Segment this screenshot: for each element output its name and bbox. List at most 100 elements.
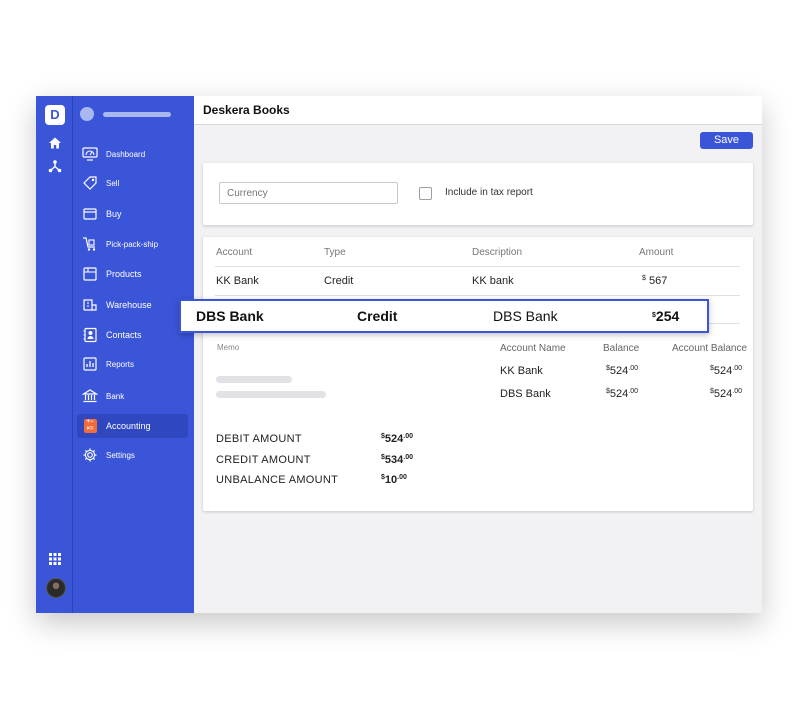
calculator-icon: +− ×= bbox=[82, 418, 98, 434]
cell-description: KK bank bbox=[472, 275, 514, 287]
account-balance-decimals: .00 bbox=[732, 388, 742, 395]
amount-number: 10 bbox=[384, 474, 398, 486]
sidebar-item-label: Products bbox=[106, 269, 142, 279]
home-icon[interactable] bbox=[48, 136, 62, 150]
balance-header-account-balance: Account Balance bbox=[672, 343, 748, 354]
balance-number: 524 bbox=[609, 388, 629, 400]
warehouse-icon bbox=[82, 297, 98, 313]
column-header-account: Account bbox=[216, 247, 253, 258]
header: Deskera Books bbox=[194, 96, 762, 125]
cell-type: Credit bbox=[357, 308, 398, 324]
credit-amount-value: $534.00 bbox=[381, 454, 413, 466]
journal-entries-card: Account Type Description Amount KK Bank … bbox=[203, 237, 753, 511]
amount-decimals: .00 bbox=[403, 454, 413, 461]
cell-description: DBS Bank bbox=[493, 308, 558, 324]
sidebar-item-label: Contacts bbox=[106, 330, 142, 340]
balance-value: $524.00 bbox=[606, 365, 638, 377]
tax-report-label: Include in tax report bbox=[445, 187, 533, 198]
amount-decimals: .00 bbox=[403, 433, 413, 440]
account-balance-value: $524.00 bbox=[710, 365, 742, 377]
sidebar-item-label: Buy bbox=[106, 209, 122, 219]
deskera-logo-icon[interactable]: D bbox=[45, 105, 65, 125]
memo-skeleton-line bbox=[216, 376, 292, 383]
sidebar-item-settings[interactable]: Settings bbox=[77, 443, 188, 467]
org-name-placeholder bbox=[103, 112, 171, 117]
save-button[interactable]: Save bbox=[700, 132, 753, 149]
gear-icon bbox=[82, 447, 98, 463]
cell-amount: $ 567 bbox=[642, 275, 667, 287]
amount-value: 567 bbox=[648, 275, 668, 287]
memo-skeleton-line bbox=[216, 391, 326, 398]
currency-input[interactable] bbox=[219, 182, 398, 204]
cell-type: Credit bbox=[324, 275, 354, 287]
balance-account-name: KK Bank bbox=[500, 365, 543, 377]
account-balance-number: 524 bbox=[713, 365, 733, 377]
app-window: D Dashboard Sell Buy Pick-pack-ship Prod… bbox=[36, 96, 762, 613]
balance-value: $524.00 bbox=[606, 388, 638, 400]
account-balance-value: $524.00 bbox=[710, 388, 742, 400]
sidebar-item-label: Pick-pack-ship bbox=[106, 239, 159, 249]
icon-rail: D bbox=[36, 96, 73, 613]
column-header-type: Type bbox=[324, 247, 346, 258]
sidebar-item-accounting[interactable]: +− ×= Accounting bbox=[77, 414, 188, 438]
balance-account-name: DBS Bank bbox=[500, 388, 551, 400]
sidebar-item-label: Reports bbox=[106, 359, 135, 369]
amount-decimals: .00 bbox=[397, 474, 407, 481]
sidebar-item-sell[interactable]: Sell bbox=[77, 171, 188, 195]
debit-amount-label: DEBIT AMOUNT bbox=[216, 433, 302, 445]
balance-header-balance: Balance bbox=[603, 343, 640, 354]
sidebar-item-label: Dashboard bbox=[106, 149, 146, 159]
sidebar-item-reports[interactable]: Reports bbox=[77, 352, 188, 376]
sell-icon bbox=[82, 175, 98, 191]
journal-options-card: Include in tax report bbox=[203, 163, 753, 225]
sidebar-item-buy[interactable]: Buy bbox=[77, 202, 188, 226]
sidebar-item-label: Warehouse bbox=[106, 300, 152, 310]
amount-value: 254 bbox=[655, 308, 680, 324]
sidebar-item-products[interactable]: Products bbox=[77, 262, 188, 286]
sidebar-item-warehouse[interactable]: Warehouse bbox=[77, 293, 188, 317]
page-title: Deskera Books bbox=[203, 103, 290, 117]
user-avatar[interactable] bbox=[46, 578, 66, 598]
org-avatar bbox=[80, 107, 94, 121]
cell-amount: $254 bbox=[652, 308, 679, 324]
sidebar-item-bank[interactable]: Bank bbox=[77, 384, 188, 408]
amount-number: 524 bbox=[384, 433, 404, 445]
highlighted-table-row[interactable]: DBS Bank Credit DBS Bank $254 bbox=[179, 299, 709, 333]
sidebar-item-pick-pack-ship[interactable]: Pick-pack-ship bbox=[77, 232, 188, 256]
amount-number: 534 bbox=[384, 454, 404, 466]
balance-header-account-name: Account Name bbox=[500, 343, 566, 354]
buy-icon bbox=[82, 206, 98, 222]
sidebar-item-label: Sell bbox=[106, 178, 120, 188]
bank-icon bbox=[82, 388, 98, 404]
sidebar-item-label: Accounting bbox=[106, 421, 151, 431]
cell-account: KK Bank bbox=[216, 275, 259, 287]
column-header-description: Description bbox=[472, 247, 523, 258]
unbalance-amount-value: $10.00 bbox=[381, 474, 407, 486]
network-icon[interactable] bbox=[48, 159, 62, 173]
balance-decimals: .00 bbox=[628, 365, 638, 372]
column-header-amount: Amount bbox=[639, 247, 674, 258]
memo-label: Memo bbox=[217, 343, 240, 352]
tax-report-checkbox[interactable] bbox=[419, 187, 432, 200]
dashboard-icon bbox=[82, 146, 98, 162]
credit-amount-label: CREDIT AMOUNT bbox=[216, 454, 311, 466]
balance-decimals: .00 bbox=[628, 388, 638, 395]
sidebar-item-label: Settings bbox=[106, 450, 135, 460]
account-balance-number: 524 bbox=[713, 388, 733, 400]
balance-number: 524 bbox=[609, 365, 629, 377]
apps-grid-icon[interactable] bbox=[48, 552, 62, 566]
cart-icon bbox=[82, 236, 98, 252]
sidebar: Dashboard Sell Buy Pick-pack-ship Produc… bbox=[73, 96, 194, 613]
table-row[interactable]: KK Bank Credit KK bank $ 567 bbox=[215, 266, 740, 295]
currency-symbol: $ bbox=[642, 275, 646, 282]
reports-icon bbox=[82, 356, 98, 372]
cell-account: DBS Bank bbox=[196, 308, 264, 324]
sidebar-item-contacts[interactable]: Contacts bbox=[77, 323, 188, 347]
account-balance-decimals: .00 bbox=[732, 365, 742, 372]
main-content: Deskera Books Save Include in tax report… bbox=[194, 96, 762, 613]
sidebar-item-label: Bank bbox=[106, 391, 125, 401]
sidebar-item-dashboard[interactable]: Dashboard bbox=[77, 142, 188, 166]
debit-amount-value: $524.00 bbox=[381, 433, 413, 445]
unbalance-amount-label: UNBALANCE AMOUNT bbox=[216, 474, 339, 486]
products-icon bbox=[82, 266, 98, 282]
